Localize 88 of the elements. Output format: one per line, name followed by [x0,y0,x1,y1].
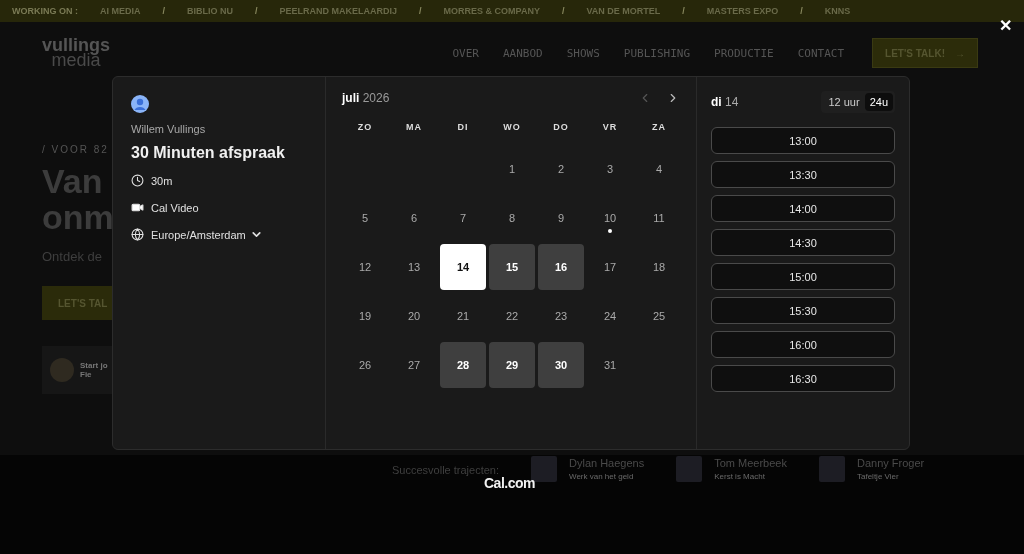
today-dot [608,229,612,233]
weekday-label: DI [456,121,470,134]
testimonials-label: Succesvolle trajecten: [392,464,499,476]
person-photo [676,456,703,482]
calendar-day[interactable]: 15 [489,244,535,290]
weekday-label: DO [552,121,570,134]
calendar-day[interactable]: 18 [636,244,682,290]
card-text: Start jo Fie [80,361,108,379]
calendar-day[interactable]: 12 [342,244,388,290]
eyebrow-text: / VOOR 82 [42,144,108,155]
calendar-day[interactable]: 3 [587,146,633,192]
time-slot[interactable]: 15:00 [711,263,895,290]
calendar-day[interactable]: 23 [538,293,584,339]
calendar-day[interactable]: 21 [440,293,486,339]
calendar-day[interactable]: 22 [489,293,535,339]
location-text: Cal Video [151,201,199,214]
calendar-day[interactable]: 19 [342,293,388,339]
calendar-day[interactable]: 25 [636,293,682,339]
calendar-day[interactable]: 24 [587,293,633,339]
client-name: AI MEDIA [100,6,141,16]
separator: / [800,6,803,16]
time-slot[interactable]: 16:00 [711,331,895,358]
calendar-day[interactable]: 14 [440,244,486,290]
client-name: VAN DE MORTEL [586,6,661,16]
clock-icon [131,174,144,187]
person-name: Tom Meerbeek [714,457,787,469]
calendar-day[interactable]: 10 [587,195,633,241]
calendar-day[interactable]: 6 [391,195,437,241]
calendar-day[interactable]: 13 [391,244,437,290]
person-caption: Tafeltje Vier [857,472,900,481]
host-name: Willem Vullings [131,123,207,135]
client-name: PEELRAND MAKELAARDIJ [279,6,398,16]
user-avatar-icon [131,95,149,113]
time-slot[interactable]: 13:30 [711,161,895,188]
brand-logo: Cal.com [484,475,535,491]
person-caption: Kerst is Macht [714,472,766,481]
client-name: MORRES & COMPANY [443,6,540,16]
weekday-label: ZO [356,121,374,134]
close-button[interactable]: ✕ [999,16,1012,35]
client-name: KNNS [824,6,851,16]
person-caption: Werk van het geld [569,472,635,481]
calendar-day[interactable]: 7 [440,195,486,241]
person-name: Danny Froger [857,457,925,469]
client-name: BIBLIO NU [187,6,233,16]
calendar-day[interactable]: 11 [636,195,682,241]
calendar-day[interactable]: 2 [538,146,584,192]
separator: / [255,6,258,16]
calendar-day[interactable]: 5 [342,195,388,241]
calendar-day[interactable]: 17 [587,244,633,290]
client-name: MASTERS EXPO [706,6,779,16]
calendar-day[interactable]: 31 [587,342,633,388]
separator: / [682,6,685,16]
calendar-day[interactable]: 16 [538,244,584,290]
time-slot[interactable]: 15:30 [711,297,895,324]
calendar-day[interactable]: 20 [391,293,437,339]
weekday-label: ZA [651,121,667,134]
weekday-label: VR [601,121,619,134]
calendar-day[interactable]: 4 [636,146,682,192]
calendar-day[interactable]: 1 [489,146,535,192]
time-format-toggle[interactable]: 24u [864,93,893,111]
separator: / [419,6,422,16]
calendar-day[interactable]: 26 [342,342,388,388]
month-title: juli 2026 [342,91,390,105]
selected-day-title: di 14 [711,95,739,109]
person-name: Dylan Haegens [569,457,645,469]
time-slot[interactable]: 16:30 [711,365,895,392]
globe-icon [131,228,144,241]
weekday-label: WO [502,121,522,134]
calendar-day[interactable]: 28 [440,342,486,388]
separator: / [561,6,565,16]
time-slot[interactable]: 13:00 [711,127,895,154]
video-icon [131,201,144,214]
timezone-select[interactable]: Europe/Amsterdam [151,228,263,241]
time-slot[interactable]: 14:00 [711,195,895,222]
calendar-day[interactable]: 27 [391,342,437,388]
person-photo [819,456,845,482]
calendar-day[interactable]: 29 [489,342,535,388]
time-format-toggle[interactable]: 12 uur [823,93,865,111]
calendar-day[interactable]: 8 [489,195,535,241]
event-title: 30 Minuten afspraak [131,144,286,162]
duration-text: 30m [151,174,173,187]
weekday-label: MA [405,121,423,134]
separator: / [162,6,165,16]
time-slot[interactable]: 14:30 [711,229,895,256]
calendar-day[interactable]: 30 [538,342,584,388]
avatar [50,358,74,382]
calendar-day[interactable]: 9 [538,195,584,241]
ticker-label: WORKING ON : [12,6,78,16]
